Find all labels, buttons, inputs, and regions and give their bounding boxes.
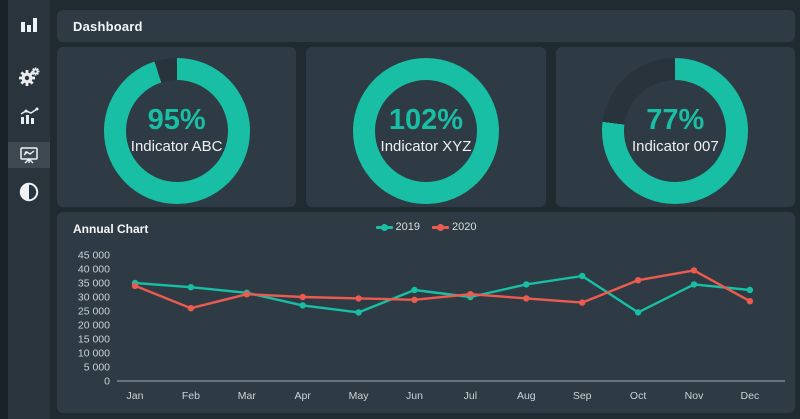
data-point-2019-Apr [300,302,306,308]
y-axis-tick-label: 15 000 [78,334,110,346]
data-point-2019-Aug [523,281,529,287]
annual-chart-panel: 0 5 000 10 000 15 000 20 000 25 000 30 000 35 0… [57,212,795,413]
y-axis-tick-label: 35 000 [78,278,110,290]
data-point-2019-Oct [635,309,641,315]
sidebar-item-analytics[interactable] [8,103,50,129]
kpi-card-indicator-007: 77% Indicator 007 [556,47,795,207]
x-axis-month-label: Jun [406,390,423,402]
y-axis-tick-label: 20 000 [78,320,110,332]
presentation-screen-icon [18,145,40,165]
chart-legend: 2019 2020 [57,221,795,233]
y-axis-tick-label: 45 000 [78,250,110,262]
data-point-2019-Dec [747,287,753,293]
x-axis-month-label: Dec [741,390,760,402]
y-axis-tick-label: 0 [104,376,110,388]
data-point-2020-Jun [411,297,417,303]
kpi-label: Indicator XYZ [381,136,472,157]
legend-label: 2020 [452,221,476,233]
data-point-2020-Sep [579,299,585,305]
donut-center: 77% Indicator 007 [602,58,748,204]
data-point-2020-Nov [691,267,697,273]
page-header: Dashboard [57,10,795,42]
kpi-cards-row: 95% Indicator ABC 102% Indicator XYZ 77%… [57,47,795,207]
data-point-2019-Nov [691,281,697,287]
kpi-value: 77% [646,105,704,135]
donut-chart-abc: 95% Indicator ABC [104,58,250,204]
app-logo [8,10,50,40]
data-point-2020-May [355,295,361,301]
contrast-icon [18,181,40,203]
legend-label: 2019 [396,221,420,233]
sidebar-edge-strip [0,0,8,419]
data-point-2020-Jan [132,283,138,289]
kpi-value: 102% [389,105,463,135]
x-axis-month-label: Nov [685,390,704,402]
y-axis-tick-label: 10 000 [78,348,110,360]
x-axis-month-label: Jan [127,390,144,402]
x-axis-month-label: Oct [630,390,646,402]
y-axis-tick-label: 25 000 [78,306,110,318]
donut-center: 95% Indicator ABC [104,58,250,204]
donut-center: 102% Indicator XYZ [353,58,499,204]
sidebar-item-contrast[interactable] [8,179,50,205]
y-axis-tick-label: 30 000 [78,292,110,304]
sidebar [0,0,50,419]
legend-item-2019[interactable]: 2019 [376,221,420,233]
legend-marker-2019 [376,226,393,229]
sidebar-item-settings[interactable] [8,64,50,90]
donut-chart-007: 77% Indicator 007 [602,58,748,204]
x-axis-month-label: May [349,390,370,402]
annual-line-chart: 0 5 000 10 000 15 000 20 000 25 000 30 000 35 0… [57,212,795,413]
data-point-2019-Feb [188,284,194,290]
legend-marker-2020 [432,226,449,229]
data-point-2019-Sep [579,273,585,279]
data-point-2020-Jul [467,291,473,297]
data-point-2020-Apr [300,294,306,300]
gears-icon [18,67,40,87]
data-point-2020-Dec [747,298,753,304]
donut-chart-xyz: 102% Indicator XYZ [353,58,499,204]
y-axis-tick-label: 40 000 [78,264,110,276]
x-axis-month-label: Feb [182,390,200,402]
x-axis-month-label: Aug [517,390,536,402]
bar-chart-logo-icon [18,15,40,35]
kpi-card-indicator-xyz: 102% Indicator XYZ [306,47,545,207]
x-axis-month-label: Mar [238,390,257,402]
kpi-label: Indicator 007 [632,136,719,157]
data-point-2019-Jun [411,287,417,293]
data-point-2020-Feb [188,305,194,311]
kpi-label: Indicator ABC [131,136,223,157]
data-point-2019-May [355,309,361,315]
analytics-chart-icon [18,106,40,126]
legend-item-2020[interactable]: 2020 [432,221,476,233]
y-axis-tick-label: 5 000 [84,362,110,374]
x-axis-month-label: Jul [464,390,477,402]
sidebar-item-dashboard[interactable] [8,142,50,168]
x-axis-month-label: Apr [295,390,312,402]
kpi-value: 95% [148,105,206,135]
sidebar-body [8,0,50,419]
app-root: Dashboard 95% Indicator ABC 102% Indicat… [0,0,800,419]
kpi-card-indicator-abc: 95% Indicator ABC [57,47,296,207]
data-point-2020-Aug [523,295,529,301]
data-point-2020-Mar [244,291,250,297]
page-title: Dashboard [57,19,143,34]
series-line-2019 [135,276,750,312]
data-point-2020-Oct [635,277,641,283]
x-axis-month-label: Sep [573,390,592,402]
